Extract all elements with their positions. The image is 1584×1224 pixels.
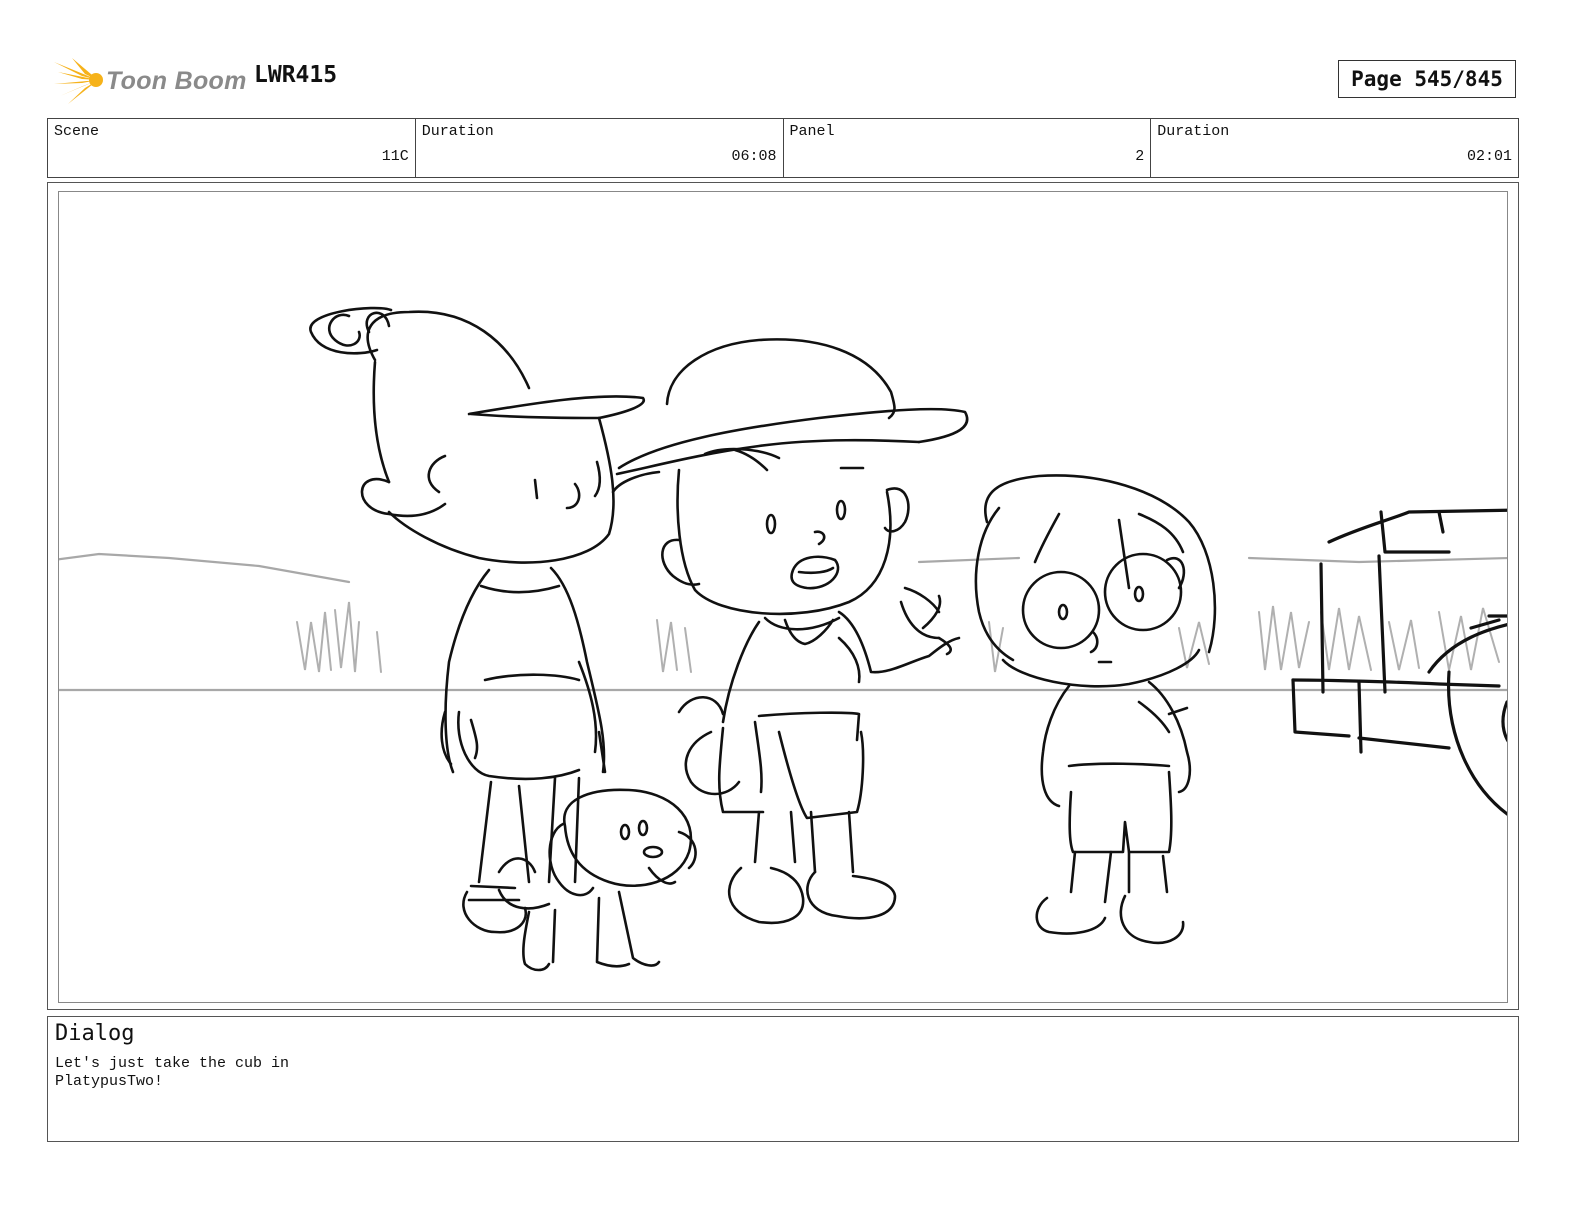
boy-character-sketch xyxy=(611,338,969,925)
scene-cell: Scene 11C xyxy=(48,119,416,177)
toon-boom-logo: Toon Boom xyxy=(52,56,247,106)
scene-duration-cell: Duration 06:08 xyxy=(416,119,784,177)
storyboard-panel xyxy=(47,182,1519,1010)
dialog-box: Dialog Let's just take the cub in Platyp… xyxy=(47,1016,1519,1142)
project-code: LWR415 xyxy=(254,62,338,88)
scene-value: 11C xyxy=(381,148,409,165)
dialog-text: Let's just take the cub in PlatypusTwo! xyxy=(55,1055,290,1090)
background-grass xyxy=(296,601,1500,673)
small-girl-character-sketch xyxy=(974,474,1217,945)
background-landscape xyxy=(59,552,1507,692)
panel-duration-value: 02:01 xyxy=(1466,148,1512,165)
panel-label: Panel xyxy=(789,123,835,140)
panel-info-table: Scene 11C Duration 06:08 Panel 2 Duratio… xyxy=(47,118,1519,178)
storyboard-sketch xyxy=(59,306,1507,972)
page-number: Page 545/845 xyxy=(1338,60,1516,98)
panel-duration-cell: Duration 02:01 xyxy=(1151,119,1518,177)
dialog-heading: Dialog xyxy=(55,1021,135,1046)
logo-wordmark: Toon Boom xyxy=(106,66,247,95)
scene-duration-label: Duration xyxy=(421,123,494,140)
panel-drawing-area xyxy=(58,191,1508,1003)
scene-label: Scene xyxy=(54,123,100,140)
panel-duration-label: Duration xyxy=(1157,123,1230,140)
panel-value: 2 xyxy=(1135,148,1145,165)
scene-duration-value: 06:08 xyxy=(731,148,777,165)
sunburst-logo-icon xyxy=(54,58,103,104)
girl-character-sketch xyxy=(309,306,645,934)
panel-cell: Panel 2 xyxy=(784,119,1152,177)
